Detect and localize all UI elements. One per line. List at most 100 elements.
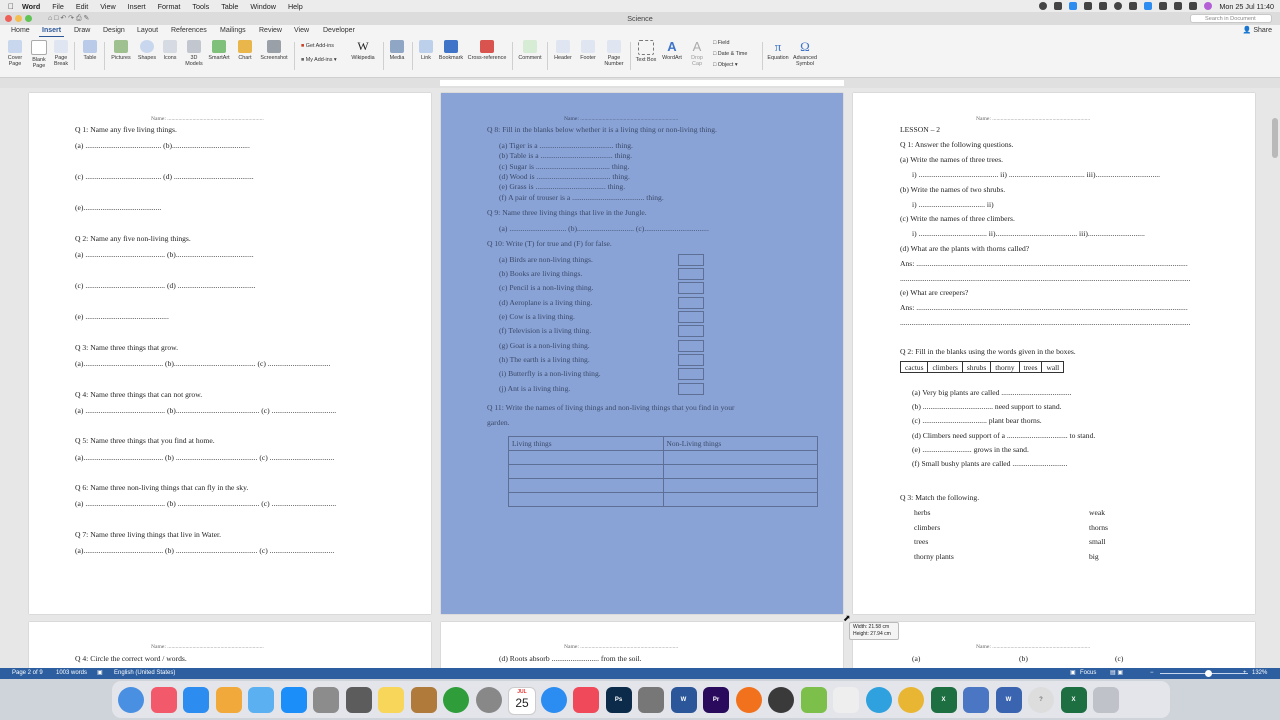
chart-button[interactable]: Chart: [234, 40, 256, 61]
table-row[interactable]: [508, 492, 818, 507]
battery-icon[interactable]: [1129, 2, 1138, 10]
dock-music-icon[interactable]: [150, 687, 177, 713]
object-button[interactable]: □ Object ▾: [713, 62, 738, 68]
icons-button[interactable]: Icons: [160, 40, 180, 61]
dock-utorrent-icon[interactable]: [443, 687, 469, 713]
word-count[interactable]: 1003 words: [56, 668, 87, 679]
wikipedia-button[interactable]: W Wikipedia: [349, 40, 377, 62]
dock-premiere-icon[interactable]: Pr: [703, 687, 729, 713]
search-input[interactable]: Search in Document: [1190, 14, 1272, 23]
app-menu[interactable]: Word: [22, 2, 40, 11]
play-icon[interactable]: [1114, 2, 1123, 10]
link-button[interactable]: Link: [416, 40, 436, 61]
dock-screenshot-icon[interactable]: [638, 687, 664, 713]
vertical-scrollbar[interactable]: [1272, 118, 1278, 158]
control-center-icon[interactable]: [1189, 2, 1198, 10]
dock-calendar-icon[interactable]: JUL 25: [508, 687, 536, 715]
pictures-button[interactable]: Pictures: [108, 40, 134, 61]
field-button[interactable]: □ Field: [713, 40, 729, 46]
header-button[interactable]: Header: [551, 40, 575, 61]
tab-layout[interactable]: Layout: [134, 26, 161, 36]
apple-menu-icon[interactable]: : [0, 2, 22, 11]
dock-textedit-icon[interactable]: [833, 687, 859, 713]
record-icon[interactable]: [1039, 2, 1048, 10]
spotlight-icon[interactable]: [1174, 2, 1183, 10]
answer-box[interactable]: [678, 368, 704, 380]
zoom-slider-knob[interactable]: [1205, 670, 1213, 677]
tab-draw[interactable]: Draw: [71, 26, 93, 36]
dock-android-file-transfer-icon[interactable]: [800, 687, 827, 713]
page-1[interactable]: Name: ..................................…: [29, 93, 431, 614]
page-break-button[interactable]: Page Break: [50, 40, 72, 67]
table-row[interactable]: [508, 464, 818, 479]
blank-page-button[interactable]: Blank Page: [28, 40, 50, 69]
dock-safari-icon[interactable]: [540, 687, 567, 713]
zoom-out-icon[interactable]: −: [1150, 668, 1154, 679]
table-row[interactable]: [508, 478, 818, 493]
siri-icon[interactable]: [1204, 2, 1213, 10]
page-3[interactable]: Name: ..................................…: [853, 93, 1255, 614]
answer-box[interactable]: [678, 282, 704, 294]
get-add-ins-button[interactable]: ■ Get Add-ins: [301, 43, 334, 49]
dock-telegram-icon[interactable]: [865, 687, 892, 713]
focus-icon[interactable]: ▣: [1070, 668, 1076, 679]
dock-chrome-icon[interactable]: [898, 687, 924, 713]
drop-cap-button[interactable]: A Drop Cap: [686, 40, 708, 67]
dock-word-document-icon[interactable]: W: [995, 687, 1022, 713]
document-canvas[interactable]: Name: ..................................…: [0, 88, 1280, 682]
share-button[interactable]: 👤 Share: [1243, 25, 1272, 37]
page-count[interactable]: Page 2 of 9: [12, 668, 43, 679]
zoom-slider[interactable]: [1160, 673, 1248, 674]
flag-icon[interactable]: [1144, 2, 1153, 10]
dock-excel-icon[interactable]: X: [930, 687, 957, 713]
footer-button[interactable]: Footer: [576, 40, 600, 61]
tab-view[interactable]: View: [291, 26, 312, 36]
tab-references[interactable]: References: [168, 26, 210, 36]
page-2-selected[interactable]: Name: ..................................…: [441, 93, 843, 614]
dock-notes-icon[interactable]: [378, 687, 404, 713]
advanced-symbol-button[interactable]: Ω Advanced Symbol: [791, 40, 819, 67]
menu-window[interactable]: Window: [250, 2, 276, 11]
tab-review[interactable]: Review: [256, 26, 285, 36]
dock-zoom-icon[interactable]: [183, 687, 209, 713]
answer-box[interactable]: [678, 254, 704, 266]
menu-edit[interactable]: Edit: [76, 2, 88, 11]
answer-box[interactable]: [678, 325, 704, 337]
answer-box[interactable]: [678, 383, 704, 395]
wordart-button[interactable]: A WordArt: [659, 40, 685, 61]
equation-button[interactable]: π Equation: [765, 40, 791, 61]
bookmark-button[interactable]: Bookmark: [437, 40, 465, 61]
dock-trash-icon[interactable]: [1093, 687, 1119, 713]
menu-view[interactable]: View: [100, 2, 115, 11]
dock-finder-icon[interactable]: [118, 687, 144, 713]
menu-tools[interactable]: Tools: [192, 2, 209, 11]
cover-page-button[interactable]: Cover Page: [4, 40, 26, 67]
proofing-icon[interactable]: ▣: [97, 668, 103, 679]
media-button[interactable]: Media: [386, 40, 408, 61]
tab-developer[interactable]: Developer: [320, 26, 358, 36]
menu-file[interactable]: File: [52, 2, 64, 11]
tab-mailings[interactable]: Mailings: [217, 26, 249, 36]
dock-app-store-icon[interactable]: [280, 687, 307, 713]
ruler[interactable]: [0, 78, 1280, 88]
cross-reference-button[interactable]: Cross-reference: [465, 40, 509, 61]
dock-preview-icon[interactable]: [963, 687, 989, 713]
dock-calculator-icon[interactable]: [345, 687, 372, 713]
smartart-button[interactable]: SmartArt: [206, 40, 232, 61]
answer-box[interactable]: [678, 354, 704, 366]
menu-table[interactable]: Table: [221, 2, 238, 11]
control-icon[interactable]: [1084, 2, 1093, 10]
shapes-button[interactable]: Shapes: [135, 40, 159, 61]
tab-design[interactable]: Design: [100, 26, 128, 36]
menu-insert[interactable]: Insert: [128, 2, 146, 11]
page-number-button[interactable]: Page Number: [601, 40, 627, 67]
dock-help-icon[interactable]: ?: [1028, 687, 1054, 713]
dock-quicktime-icon[interactable]: [768, 687, 794, 713]
dock-photos-icon[interactable]: [215, 687, 242, 713]
table-row[interactable]: [508, 450, 818, 465]
wifi-icon[interactable]: [1159, 2, 1168, 10]
dock-photoshop-icon[interactable]: Ps: [605, 687, 632, 713]
print-layout-icon[interactable]: ▤ ▣: [1110, 668, 1123, 679]
living-things-table[interactable]: Living things Non-Living things: [508, 436, 818, 507]
focus-button[interactable]: Focus: [1080, 668, 1096, 679]
